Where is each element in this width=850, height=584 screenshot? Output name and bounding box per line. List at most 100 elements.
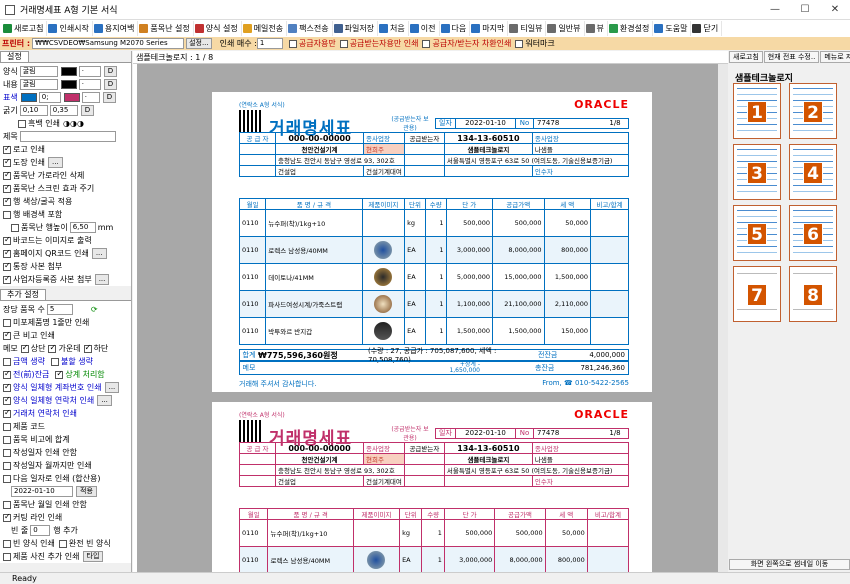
- thickness-input-1[interactable]: 0,10: [19, 105, 48, 116]
- copies-input[interactable]: 1: [256, 38, 283, 49]
- vertical-scrollbar[interactable]: [718, 64, 728, 572]
- option-checkbox[interactable]: 품목난 가로라인 삭제: [0, 169, 131, 182]
- tab-settings[interactable]: 설정: [0, 51, 29, 62]
- default-button[interactable]: D: [103, 79, 118, 90]
- apply-button[interactable]: 적용: [76, 486, 97, 497]
- toolbar-button-8[interactable]: 처음: [378, 21, 409, 36]
- page-thumbnail[interactable]: 2: [789, 83, 837, 139]
- title-input[interactable]: [19, 131, 116, 142]
- toolbar-button-5[interactable]: 메일전송: [242, 21, 288, 36]
- memo-middle-checkbox[interactable]: [48, 343, 57, 353]
- page-thumbnail[interactable]: 6: [789, 205, 837, 261]
- option-more-button[interactable]: ...: [97, 395, 112, 406]
- toolbar-button-4[interactable]: 양식 설정: [194, 21, 242, 36]
- option-checkbox[interactable]: 로고 인쇄: [0, 143, 131, 156]
- blank-form-checkbox[interactable]: [3, 539, 11, 548]
- photo-checkbox[interactable]: [3, 552, 11, 561]
- color-swatch[interactable]: [60, 67, 77, 76]
- font-select[interactable]: 굴림: [19, 79, 58, 90]
- font-select[interactable]: 굴림: [19, 66, 58, 77]
- page-count-stepper[interactable]: 5: [46, 304, 73, 315]
- toolbar-button-15[interactable]: 환경설정: [608, 21, 654, 36]
- toolbar-button-1[interactable]: 인쇄시작: [47, 21, 93, 36]
- option-checkbox[interactable]: 다음 일자로 인쇄 (합산용): [0, 472, 131, 485]
- option-checkbox[interactable]: 품목 비고에 합계: [0, 433, 131, 446]
- toolbar-button-0[interactable]: 새로고침: [2, 21, 48, 36]
- page-thumbnail[interactable]: 5: [733, 205, 781, 261]
- toolbar-button-7[interactable]: 파일저장: [333, 21, 379, 36]
- toolbar-button-17[interactable]: 닫기: [691, 21, 723, 36]
- size-select[interactable]: ·: [78, 66, 101, 77]
- option-more-button[interactable]: ...: [91, 248, 107, 259]
- print-canvas[interactable]: (연락소 A형 서식) 거래명세표 (공급받는자 보관용) 일자 2022-01-1…: [137, 64, 724, 572]
- toolbar-button-3[interactable]: 품목난 설정: [138, 21, 194, 36]
- default-button[interactable]: D: [80, 105, 95, 116]
- date-input[interactable]: 2022-01-10: [11, 486, 73, 497]
- save-menu-button[interactable]: 메뉴로 저장..: [820, 51, 850, 63]
- option-checkbox[interactable]: 커팅 라인 인쇄: [0, 511, 131, 524]
- receiver-only-checkbox[interactable]: 공급받는자용만 인쇄: [339, 38, 418, 49]
- row-height-input[interactable]: 6,50: [69, 222, 96, 233]
- option-more-button[interactable]: ...: [94, 274, 110, 285]
- option-checkbox[interactable]: 작성일자 월까지만 인쇄: [0, 459, 131, 472]
- option-checkbox[interactable]: 양식 일체형 계좌번호 인쇄...: [0, 381, 131, 394]
- option-more-button[interactable]: ...: [104, 382, 120, 393]
- sum-checkbox[interactable]: [3, 369, 11, 379]
- option-checkbox[interactable]: 바코드는 이미지로 출력: [0, 234, 131, 247]
- blank-rows-input[interactable]: 0: [30, 525, 51, 536]
- sum-checkbox[interactable]: [50, 357, 59, 366]
- black-print-checkbox[interactable]: 흑백 인쇄 ◑◑◑: [0, 117, 131, 130]
- supplier-only-checkbox[interactable]: 공급자용만: [288, 38, 336, 49]
- sum-checkbox[interactable]: [55, 369, 64, 379]
- option-checkbox[interactable]: 도장 인쇄...: [0, 156, 131, 169]
- full-blank-checkbox[interactable]: [58, 539, 67, 548]
- memo-bottom-checkbox[interactable]: [83, 343, 92, 353]
- maximize-button[interactable]: ☐: [790, 0, 820, 20]
- size-select[interactable]: ·: [81, 92, 100, 103]
- printer-setup-button[interactable]: 설정...: [186, 38, 212, 49]
- option-checkbox[interactable]: 거래처 연락처 인쇄: [0, 407, 131, 420]
- color-select[interactable]: 0;: [38, 92, 61, 103]
- toolbar-button-2[interactable]: 용지여백: [93, 21, 139, 36]
- color-swatch-2[interactable]: [63, 93, 80, 102]
- option-checkbox[interactable]: 통장 사본 첨부: [0, 260, 131, 273]
- default-button[interactable]: D: [102, 92, 117, 103]
- color-swatch[interactable]: [20, 93, 37, 102]
- type-button[interactable]: 타입: [82, 551, 104, 562]
- option-checkbox[interactable]: 큰 비고 인쇄: [0, 329, 131, 342]
- option-checkbox[interactable]: 홈페이지 QR코드 인쇄...: [0, 247, 131, 260]
- page-thumbnail[interactable]: 4: [789, 144, 837, 200]
- toolbar-button-16[interactable]: 도움말: [653, 21, 692, 36]
- page-thumbnail[interactable]: 7: [733, 266, 781, 322]
- tab-extra-settings[interactable]: 추가 설정: [0, 289, 46, 300]
- option-checkbox[interactable]: 품목난 스크린 효과 주기: [0, 182, 131, 195]
- memo-top-checkbox[interactable]: [20, 343, 29, 353]
- option-checkbox[interactable]: 제품 코드: [0, 420, 131, 433]
- option-checkbox[interactable]: 작성일자 인쇄 안함: [0, 446, 131, 459]
- toolbar-button-10[interactable]: 다음: [440, 21, 471, 36]
- option-checkbox[interactable]: 양식 일체형 연락처 인쇄...: [0, 394, 131, 407]
- printer-select[interactable]: ₩₩CSVDEO₩Samsung M2070 Series: [32, 38, 185, 49]
- thickness-input-2[interactable]: 0,35: [49, 105, 78, 116]
- option-checkbox[interactable]: 품목난 월일 인쇄 안함: [0, 498, 131, 511]
- toolbar-button-6[interactable]: 팩스전송: [287, 21, 333, 36]
- sum-checkbox[interactable]: [3, 357, 11, 366]
- option-checkbox[interactable]: 사업자등록증 사본 첨부...: [0, 273, 131, 286]
- size-select[interactable]: ·: [78, 79, 101, 90]
- toolbar-button-12[interactable]: 티일뷰: [508, 21, 547, 36]
- default-button[interactable]: D: [103, 66, 118, 77]
- move-thumbnails-button[interactable]: 화면 왼쪽으로 썸네일 이동: [729, 559, 850, 570]
- page-thumbnail[interactable]: 8: [789, 266, 837, 322]
- refresh-icon[interactable]: ⟳: [91, 305, 98, 314]
- edit-voucher-button[interactable]: 현재 전표 수정..: [763, 51, 820, 63]
- option-checkbox[interactable]: 행 배경색 포함: [0, 208, 131, 221]
- watermark-checkbox[interactable]: 워터마크: [515, 38, 555, 49]
- swap-print-checkbox[interactable]: 공급자/받는자 차환인쇄: [422, 38, 511, 49]
- toolbar-button-9[interactable]: 이전: [409, 21, 440, 36]
- minimize-button[interactable]: —: [760, 0, 790, 20]
- toolbar-button-13[interactable]: 일반뷰: [546, 21, 585, 36]
- close-window-button[interactable]: ✕: [820, 0, 850, 20]
- toolbar-button-11[interactable]: 마지막: [470, 21, 509, 36]
- refresh-button[interactable]: 새로고침: [729, 51, 763, 63]
- toolbar-button-14[interactable]: 뷰: [585, 21, 608, 36]
